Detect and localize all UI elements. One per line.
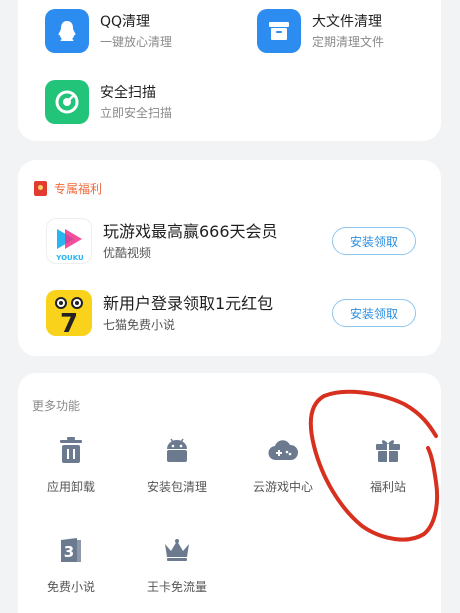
qq-penguin-icon (45, 9, 89, 53)
tool-large-file-clean[interactable]: 大文件清理 定期清理文件 (257, 9, 384, 53)
more-features-card: 更多功能 应用卸载 安装包清理 云游戏中心 福利站 3 免费小说 王卡免流量 (18, 373, 441, 613)
feature-label: 安装包清理 (146, 480, 207, 494)
promo-youku[interactable]: YOUKU 玩游戏最高赢666天会员 优酷视频 安装领取 (46, 218, 416, 264)
install-claim-button[interactable]: 安装领取 (332, 299, 416, 327)
benefits-header: 专属福利 (34, 180, 102, 197)
feature-apk-clean[interactable]: 安装包清理 (127, 435, 227, 495)
red-envelope-icon (34, 181, 47, 196)
youku-logo-text: YOUKU (55, 254, 84, 262)
feature-label: 王卡免流量 (146, 580, 207, 594)
trash-icon (56, 435, 86, 465)
tool-subtitle: 定期清理文件 (312, 34, 385, 49)
book-icon: 3 (56, 535, 86, 565)
feature-label: 云游戏中心 (252, 480, 313, 494)
tool-subtitle: 立即安全扫描 (100, 105, 173, 120)
gift-icon (373, 435, 403, 465)
feature-cloud-game[interactable]: 云游戏中心 (233, 435, 333, 495)
more-features-title: 更多功能 (32, 399, 81, 413)
feature-king-card-data[interactable]: 王卡免流量 (127, 535, 227, 595)
benefits-title: 专属福利 (54, 182, 103, 196)
tool-qq-clean[interactable]: QQ清理 一键放心清理 (45, 9, 172, 53)
install-claim-button[interactable]: 安装领取 (332, 227, 416, 255)
feature-label: 免费小说 (46, 580, 95, 594)
promo-subtitle: 七猫免费小说 (103, 317, 176, 332)
cloud-gamepad-icon (268, 435, 298, 465)
tool-title: 安全扫描 (100, 84, 156, 101)
youku-logo: YOUKU (46, 218, 92, 264)
benefits-card: 专属福利 YOUKU 玩游戏最高赢666天会员 优酷视频 安装领取 7 新用户登… (18, 160, 441, 356)
feature-welfare-station[interactable]: 福利站 (338, 435, 438, 495)
scan-gauge-icon (45, 80, 89, 124)
tool-title: 大文件清理 (312, 13, 382, 30)
archive-box-icon (257, 9, 301, 53)
qimao-logo-text: 7 (60, 309, 78, 336)
promo-title: 新用户登录领取1元红包 (103, 293, 274, 313)
feature-label: 福利站 (369, 480, 406, 494)
tools-card: QQ清理 一键放心清理 大文件清理 定期清理文件 安全扫描 立即安全扫描 (18, 0, 441, 141)
android-icon (162, 435, 192, 465)
feature-free-novel[interactable]: 3 免费小说 (21, 535, 121, 595)
feature-app-uninstall[interactable]: 应用卸载 (21, 435, 121, 495)
promo-qimao[interactable]: 7 新用户登录领取1元红包 七猫免费小说 安装领取 (46, 290, 416, 336)
feature-label: 应用卸载 (46, 480, 95, 494)
svg-text:3: 3 (64, 543, 74, 561)
promo-subtitle: 优酷视频 (103, 245, 152, 260)
tool-title: QQ清理 (100, 13, 151, 30)
crown-icon (162, 535, 192, 565)
tool-subtitle: 一键放心清理 (100, 34, 173, 49)
promo-title: 玩游戏最高赢666天会员 (103, 221, 278, 241)
tool-security-scan[interactable]: 安全扫描 立即安全扫描 (45, 80, 172, 124)
qimao-logo: 7 (46, 290, 92, 336)
